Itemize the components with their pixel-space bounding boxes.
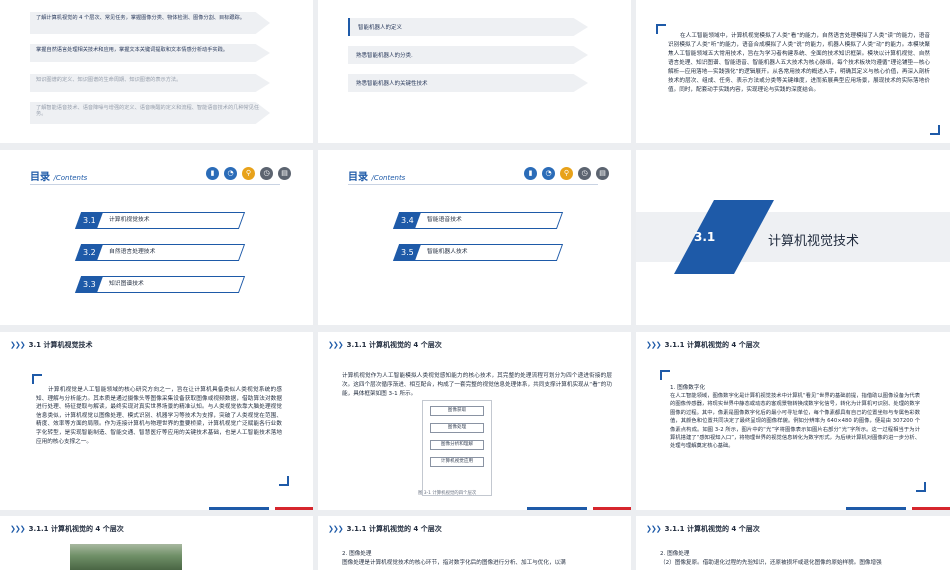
processing-paragraph: 图像处理是计算机视觉技术的核心环节，指对数字化后的图像进行分析、加工与优化，以满: [342, 560, 566, 566]
cover-section-title: 计算机视觉技术: [768, 234, 860, 249]
toc-item-3-4[interactable]: 智能语音技术 3.4: [392, 212, 564, 229]
clock-icon[interactable]: ◷: [260, 167, 273, 180]
slide-objectives[interactable]: 了解计算机视觉的 4 个层次、常见任务，掌握图像分类、物体检测、图像分割、目标跟…: [0, 0, 313, 143]
slide-toc-2[interactable]: 目录 /Contents ▮ ◔ ⚲ ◷ ▤ 智能语音技术 3.4 智能机器人技…: [318, 150, 631, 325]
chevrons-icon: ❯❯❯: [328, 525, 344, 533]
section-header: ❯❯❯ 3.1.1 计算机视觉的 4 个层次: [10, 525, 124, 533]
toc-item-number: 3.2: [82, 248, 96, 257]
chart-icon[interactable]: ▮: [524, 167, 537, 180]
robot-band-1: 智能机器人的定义: [348, 18, 588, 36]
pie-icon[interactable]: ◔: [542, 167, 555, 180]
flow-step: 图像获取: [430, 406, 484, 416]
toc-item-3-3[interactable]: 知识图谱技术 3.3: [74, 276, 246, 293]
slide-cv-photo[interactable]: ❯❯❯ 3.1.1 计算机视觉的 4 个层次: [0, 516, 313, 570]
chevrons-icon: ❯❯❯: [328, 341, 344, 349]
slide-image-digitization[interactable]: ❯❯❯ 3.1.1 计算机视觉的 4 个层次 1. 图像数字化 在人工智能领域，图…: [636, 332, 950, 510]
toc-item-number: 3.3: [82, 280, 96, 289]
corner-bracket-top-left: [660, 370, 670, 380]
processing-subtitle: 2. 图像处理: [342, 551, 372, 557]
intro-paragraph: 在人工智能领域中，计算机视觉模拟了人类“看”的能力，自然语言处理模拟了人类“读”…: [668, 33, 930, 93]
toc-item-label: 自然语言处理技术: [109, 249, 156, 255]
corner-bracket-bottom-right: [279, 476, 289, 486]
footer-blue-bar: [209, 507, 269, 510]
toc-item-label: 计算机视觉技术: [109, 217, 150, 223]
chevrons-icon: ❯❯❯: [10, 341, 26, 349]
slide-toc-1[interactable]: 目录 /Contents ▮ ◔ ⚲ ◷ ▤ 计算机视觉技术 3.1 自然语言处…: [0, 150, 313, 325]
footer-red-bar: [593, 507, 631, 510]
objective-band-1: 了解计算机视觉的 4 个层次、常见任务，掌握图像分类、物体检测、图像分割、目标跟…: [30, 12, 270, 34]
toc-item-number: 3.1: [82, 216, 96, 225]
objective-band-3: 知识图谱的定义、知识图谱的生命周期、知识图谱的表示方法。: [30, 74, 270, 92]
section-header: ❯❯❯ 3.1.1 计算机视觉的 4 个层次: [328, 341, 442, 349]
objective-band-4: 了解智能语音技术、语音降噪与增强的定义、语音唤醒的定义和流程、智能语音技术的几种…: [30, 102, 270, 124]
chevrons-icon: ❯❯❯: [646, 525, 662, 533]
slide-cv-levels[interactable]: ❯❯❯ 3.1.1 计算机视觉的 4 个层次 计算机视觉作为人工智能模拟人类视觉感…: [318, 332, 631, 510]
flow-step: 图像分析和理解: [430, 440, 484, 450]
corner-bracket-top-left: [32, 374, 42, 384]
street-photo: [70, 544, 182, 570]
footer-blue-bar: [846, 507, 906, 510]
slide-image-restoration[interactable]: ❯❯❯ 3.1.1 计算机视觉的 4 个层次 2. 图像处理 （2）图像复原。借助…: [636, 516, 950, 570]
flow-step: 图像处理: [430, 423, 484, 433]
digitization-paragraph: 在人工智能领域，图像数字化是计算机视觉技术中计算机“看见”世界的基础前提，指借助…: [670, 393, 920, 450]
flow-step: 计算机视觉应用: [430, 457, 484, 467]
doc-icon[interactable]: ▤: [278, 167, 291, 180]
search-icon[interactable]: ⚲: [242, 167, 255, 180]
slide-robot-objectives[interactable]: 智能机器人的定义 熟悉智能机器人的分类. 熟悉智能机器人的关键性技术: [318, 0, 631, 143]
flow-diagram: 图像获取 图像处理 图像分析和理解 计算机视觉应用: [430, 406, 484, 474]
toc-icon-row: ▮ ◔ ⚲ ◷ ▤: [206, 167, 291, 180]
toc-icon-row: ▮ ◔ ⚲ ◷ ▤: [524, 167, 609, 180]
slide-image-processing[interactable]: ❯❯❯ 3.1.1 计算机视觉的 4 个层次 2. 图像处理 图像处理是计算机视觉…: [318, 516, 631, 570]
cv-overview-paragraph: 计算机视觉是人工智能领域的核心研究方向之一，旨在让计算机具备类似人类视觉系统的感…: [36, 387, 282, 445]
chevrons-icon: ❯❯❯: [10, 525, 26, 533]
corner-bracket-top-left: [656, 24, 666, 34]
toc-title: 目录 /Contents: [30, 172, 88, 183]
chart-icon[interactable]: ▮: [206, 167, 219, 180]
objective-band-2: 掌握自然语言处理相关技术和应用，掌握文本关键词提取和文本情感分析动手实践。: [30, 44, 270, 62]
footer-blue-bar: [527, 507, 587, 510]
cover-section-number: 3.1: [694, 230, 716, 244]
section-header: ❯❯❯ 3.1.1 计算机视觉的 4 个层次: [646, 341, 760, 349]
slide-section-cover[interactable]: 3.1 计算机视觉技术: [636, 150, 950, 325]
clock-icon[interactable]: ◷: [578, 167, 591, 180]
toc-item-3-2[interactable]: 自然语言处理技术 3.2: [74, 244, 246, 261]
toc-item-label: 知识图谱技术: [109, 281, 144, 287]
restoration-subtitle: 2. 图像处理: [660, 551, 690, 557]
slide-intro-text[interactable]: 在人工智能领域中，计算机视觉模拟了人类“看”的能力，自然语言处理模拟了人类“读”…: [636, 0, 950, 143]
search-icon[interactable]: ⚲: [560, 167, 573, 180]
toc-divider: [30, 184, 280, 185]
figure-caption: 图 3-1 计算机视觉的四个层次: [418, 491, 477, 496]
restoration-paragraph: （2）图像复原。借助退化过程的先验知识，还原被损坏或退化图像的原始样貌。图像增强: [660, 560, 882, 566]
chevrons-icon: ❯❯❯: [646, 341, 662, 349]
corner-bracket-bottom-right: [916, 482, 926, 492]
doc-icon[interactable]: ▤: [596, 167, 609, 180]
toc-item-number: 3.4: [400, 216, 414, 225]
toc-divider: [348, 184, 598, 185]
footer-red-bar: [275, 507, 313, 510]
section-header: ❯❯❯ 3.1.1 计算机视觉的 4 个层次: [328, 525, 442, 533]
pie-icon[interactable]: ◔: [224, 167, 237, 180]
slide-cv-overview[interactable]: ❯❯❯ 3.1 计算机视觉技术 计算机视觉是人工智能领域的核心研究方向之一，旨在让…: [0, 332, 313, 510]
corner-bracket-bottom-right: [930, 125, 940, 135]
toc-item-number: 3.5: [400, 248, 414, 257]
toc-title: 目录 /Contents: [348, 172, 406, 183]
section-header: ❯❯❯ 3.1.1 计算机视觉的 4 个层次: [646, 525, 760, 533]
robot-band-3: 熟悉智能机器人的关键性技术: [348, 74, 588, 92]
toc-item-label: 智能机器人技术: [427, 249, 468, 255]
toc-item-3-5[interactable]: 智能机器人技术 3.5: [392, 244, 564, 261]
footer-red-bar: [912, 507, 950, 510]
robot-band-2: 熟悉智能机器人的分类.: [348, 46, 588, 64]
cv-levels-paragraph: 计算机视觉作为人工智能模拟人类视觉感知能力的核心技术，其完整的处理流程可划分为四…: [342, 373, 612, 397]
toc-item-3-1[interactable]: 计算机视觉技术 3.1: [74, 212, 246, 229]
section-header: ❯❯❯ 3.1 计算机视觉技术: [10, 341, 93, 349]
toc-item-label: 智能语音技术: [427, 217, 462, 223]
